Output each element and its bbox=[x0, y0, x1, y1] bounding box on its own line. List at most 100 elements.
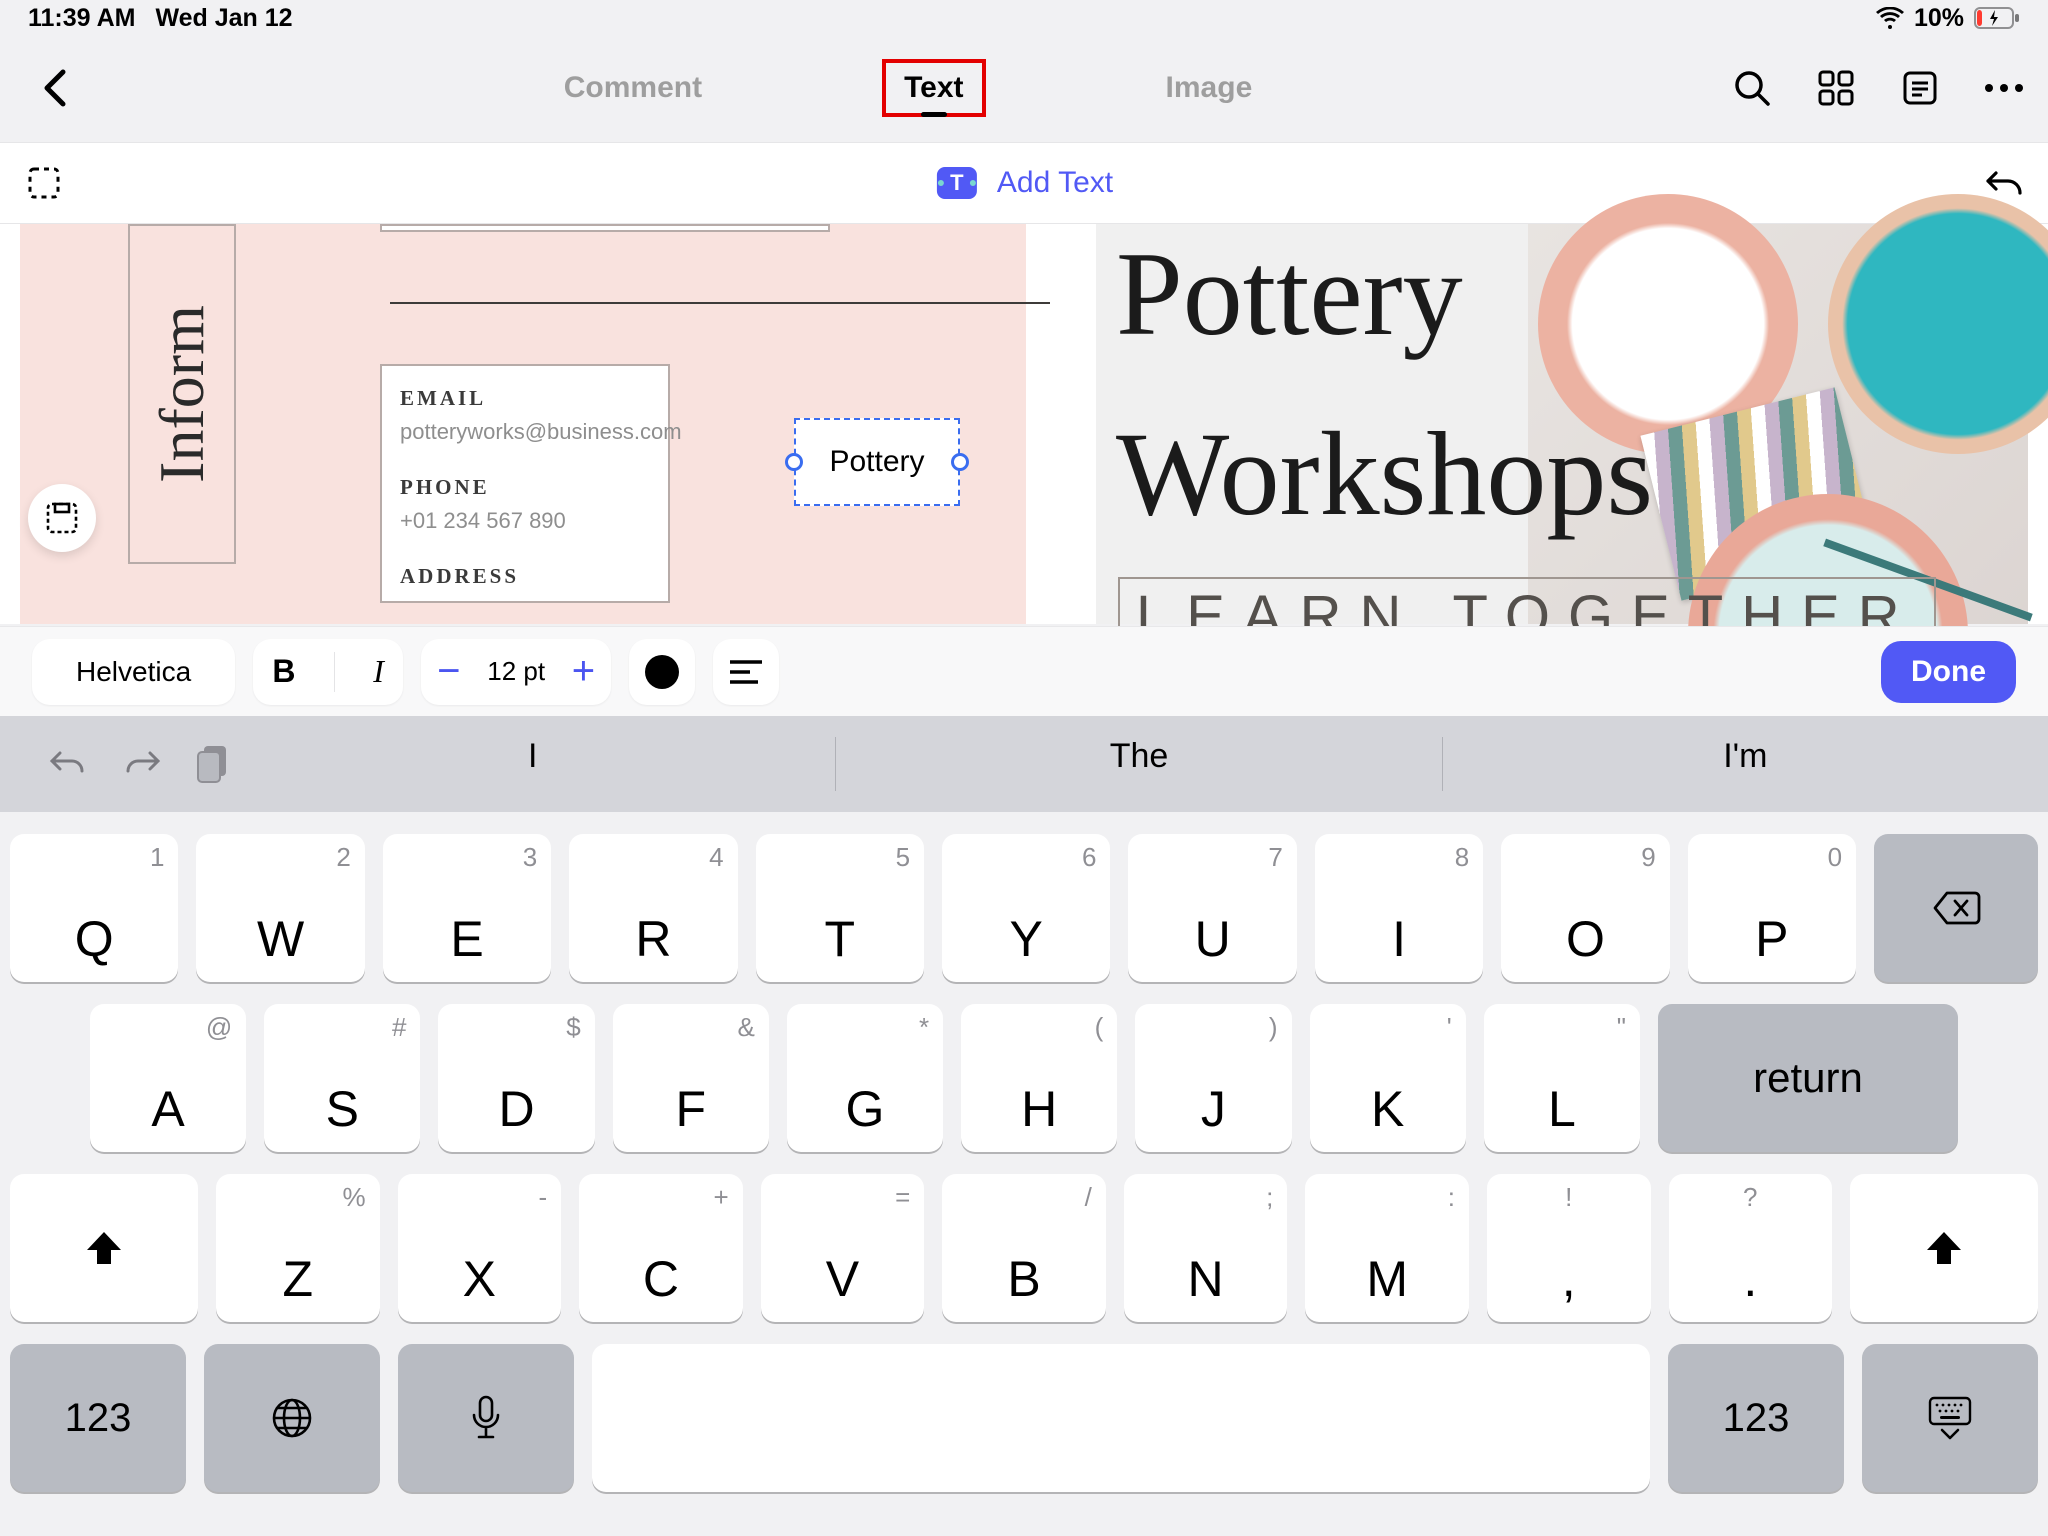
key-backspace[interactable] bbox=[1874, 834, 2038, 982]
vertical-title: Inform bbox=[145, 305, 219, 483]
key-dismiss[interactable] bbox=[1862, 1344, 2038, 1492]
more-button[interactable] bbox=[1984, 68, 2024, 108]
key-z[interactable]: %Z bbox=[216, 1174, 380, 1322]
key-g[interactable]: *G bbox=[787, 1004, 943, 1152]
keyboard: 1Q2W3E4R5T6Y7U8I9O0P @A#S$D&F*G(H)J'K"Lr… bbox=[0, 812, 2048, 1536]
increase-size-button[interactable]: + bbox=[572, 649, 595, 694]
tab-image[interactable]: Image bbox=[1166, 59, 1253, 117]
key-c[interactable]: +C bbox=[579, 1174, 743, 1322]
key-h[interactable]: (H bbox=[961, 1004, 1117, 1152]
key-i[interactable]: 8I bbox=[1315, 834, 1483, 982]
battery-icon bbox=[1974, 7, 2020, 29]
page-left: Inform EMAIL potteryworks@business.com P… bbox=[20, 224, 1026, 624]
document-canvas[interactable]: Inform EMAIL potteryworks@business.com P… bbox=[0, 224, 2048, 624]
bold-button[interactable]: B bbox=[272, 653, 295, 690]
key-o[interactable]: 9O bbox=[1501, 834, 1669, 982]
search-button[interactable] bbox=[1732, 68, 1772, 108]
align-button[interactable] bbox=[713, 639, 779, 705]
color-swatch-icon bbox=[645, 655, 679, 689]
done-button[interactable]: Done bbox=[1881, 641, 2016, 703]
back-button[interactable] bbox=[24, 58, 84, 118]
key-b[interactable]: /B bbox=[942, 1174, 1106, 1322]
svg-text:T: T bbox=[950, 170, 964, 195]
key-numbers-right[interactable]: 123 bbox=[1668, 1344, 1844, 1492]
hero-line1: Pottery bbox=[1116, 227, 1463, 360]
selection-tool-button[interactable] bbox=[24, 163, 64, 203]
italic-button[interactable]: I bbox=[373, 653, 384, 690]
key-a[interactable]: @A bbox=[90, 1004, 246, 1152]
phone-value: +01 234 567 890 bbox=[400, 508, 650, 534]
hero-line2: Workshops bbox=[1116, 407, 1653, 540]
key-p[interactable]: 0P bbox=[1688, 834, 1856, 982]
decrease-size-button[interactable]: − bbox=[437, 649, 460, 694]
hero-title: Pottery Workshops bbox=[1116, 204, 1916, 564]
add-text-icon: T bbox=[935, 161, 979, 205]
save-button[interactable] bbox=[28, 484, 96, 552]
key-shift-left[interactable] bbox=[10, 1174, 198, 1322]
contact-card: EMAIL potteryworks@business.com PHONE +0… bbox=[380, 364, 670, 603]
font-picker[interactable]: Helvetica bbox=[32, 639, 235, 705]
key-v[interactable]: =V bbox=[761, 1174, 925, 1322]
selected-text[interactable]: Pottery bbox=[829, 445, 924, 479]
key-shift-right[interactable] bbox=[1850, 1174, 2038, 1322]
key-q[interactable]: 1Q bbox=[10, 834, 178, 982]
key-m[interactable]: :M bbox=[1305, 1174, 1469, 1322]
key-.[interactable]: ?. bbox=[1669, 1174, 1833, 1322]
key-k[interactable]: 'K bbox=[1310, 1004, 1466, 1152]
page-right: Pottery Workshops LEARN TOGETHER bbox=[1096, 224, 2028, 624]
status-time: 11:39 AM bbox=[28, 4, 135, 33]
resize-handle-right[interactable] bbox=[951, 453, 969, 471]
font-size-stepper: − 12 pt + bbox=[421, 639, 611, 705]
key-u[interactable]: 7U bbox=[1128, 834, 1296, 982]
divider bbox=[390, 302, 1050, 304]
key-w[interactable]: 2W bbox=[196, 834, 364, 982]
font-size-value: 12 pt bbox=[487, 656, 545, 687]
key-space[interactable] bbox=[592, 1344, 1650, 1492]
address-label: ADDRESS bbox=[400, 564, 650, 589]
prediction-2[interactable]: The bbox=[836, 737, 1441, 791]
key-numbers-left[interactable]: 123 bbox=[10, 1344, 186, 1492]
key-t[interactable]: 5T bbox=[756, 834, 924, 982]
prediction-1[interactable]: I bbox=[230, 737, 835, 791]
prediction-3[interactable]: I'm bbox=[1443, 737, 2048, 791]
panel-button[interactable] bbox=[1900, 68, 1940, 108]
bold-italic-group: B I bbox=[253, 639, 403, 705]
email-value: potteryworks@business.com bbox=[400, 419, 650, 445]
add-text-button[interactable]: Add Text bbox=[997, 166, 1113, 200]
grid-view-button[interactable] bbox=[1816, 68, 1856, 108]
battery-percent: 10% bbox=[1914, 4, 1964, 33]
text-selection-box[interactable]: Pottery bbox=[794, 418, 960, 506]
key-j[interactable]: )J bbox=[1135, 1004, 1291, 1152]
key-l[interactable]: "L bbox=[1484, 1004, 1640, 1152]
predictive-bar: I The I'm bbox=[0, 716, 2048, 812]
clipboard-button[interactable] bbox=[196, 744, 230, 784]
resize-handle-left[interactable] bbox=[785, 453, 803, 471]
key-s[interactable]: #S bbox=[264, 1004, 420, 1152]
color-picker-button[interactable] bbox=[629, 639, 695, 705]
tab-text-label: Text bbox=[904, 71, 963, 104]
tab-underline bbox=[921, 112, 947, 117]
key-y[interactable]: 6Y bbox=[942, 834, 1110, 982]
phone-label: PHONE bbox=[400, 475, 650, 500]
field-box bbox=[380, 224, 830, 232]
key-,[interactable]: !, bbox=[1487, 1174, 1651, 1322]
vertical-title-box: Inform bbox=[128, 224, 236, 564]
key-dictation[interactable] bbox=[398, 1344, 574, 1492]
tab-comment[interactable]: Comment bbox=[564, 59, 702, 117]
key-x[interactable]: -X bbox=[398, 1174, 562, 1322]
key-return[interactable]: return bbox=[1658, 1004, 1958, 1152]
key-f[interactable]: &F bbox=[613, 1004, 769, 1152]
key-r[interactable]: 4R bbox=[569, 834, 737, 982]
kb-redo-button[interactable] bbox=[122, 747, 162, 781]
key-d[interactable]: $D bbox=[438, 1004, 594, 1152]
wifi-icon bbox=[1876, 7, 1904, 29]
key-e[interactable]: 3E bbox=[383, 834, 551, 982]
top-toolbar: Comment Text Image bbox=[0, 40, 2048, 136]
status-bar: 11:39 AM Wed Jan 12 10% bbox=[0, 0, 2048, 36]
format-toolbar: Helvetica B I − 12 pt + Done bbox=[0, 626, 2048, 716]
key-globe[interactable] bbox=[204, 1344, 380, 1492]
kb-undo-button[interactable] bbox=[48, 747, 88, 781]
status-date: Wed Jan 12 bbox=[155, 4, 292, 33]
key-n[interactable]: ;N bbox=[1124, 1174, 1288, 1322]
tab-text[interactable]: Text bbox=[882, 59, 985, 117]
